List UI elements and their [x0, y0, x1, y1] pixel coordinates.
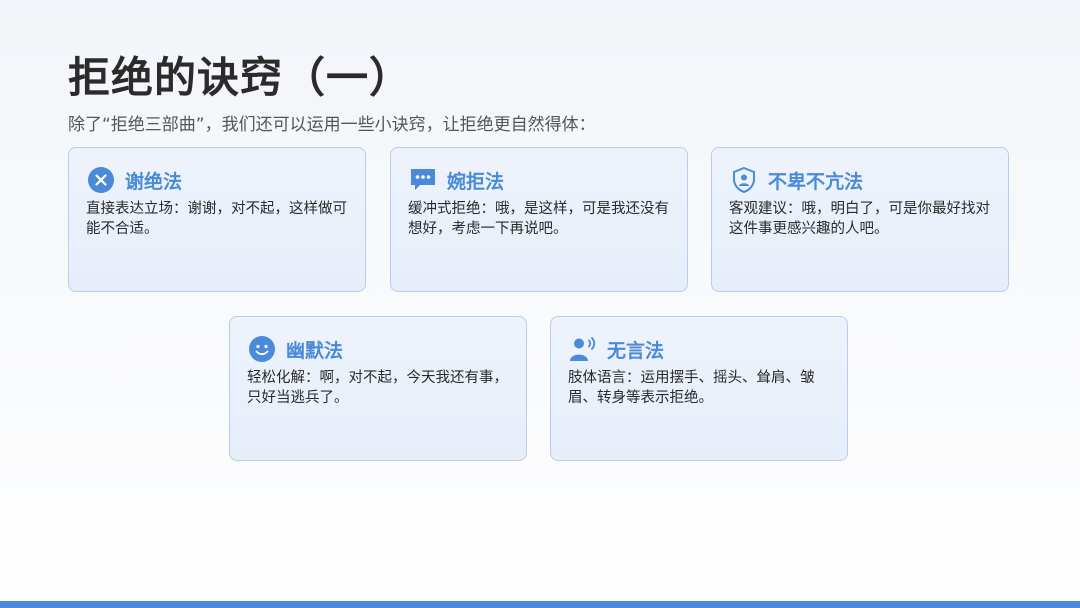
page-title: 拒绝的诀窍（一）	[68, 53, 413, 102]
smiley-face-icon	[248, 335, 276, 363]
close-circle-icon	[87, 166, 115, 194]
card-title: 谢绝法	[125, 170, 183, 193]
card-text: 直接表达立场：谢谢，对不起，这样做可能不合适。	[86, 201, 347, 237]
card-header: 婉拒法	[409, 166, 504, 194]
card-header: 幽默法	[248, 335, 343, 363]
card-humor-decline: 幽默法 轻松化解：啊，对不起，今天我还有事，只好当逃兵了。	[229, 316, 527, 461]
card-text: 客观建议：哦，明白了，可是你最好找对这件事更感兴趣的人吧。	[729, 201, 990, 237]
card-neutral-decline: 不卑不亢法 客观建议：哦，明白了，可是你最好找对这件事更感兴趣的人吧。	[711, 147, 1009, 292]
card-title: 幽默法	[286, 339, 344, 362]
card-title: 不卑不亢法	[768, 170, 864, 193]
card-tactful-decline: 婉拒法 缓冲式拒绝：哦，是这样，可是我还没有想好，考虑一下再说吧。	[390, 147, 688, 292]
card-silent-decline: 无言法 肢体语言：运用摆手、摇头、耸肩、皱眉、转身等表示拒绝。	[550, 316, 848, 461]
card-header: 无言法	[569, 335, 664, 363]
bottom-accent-bar	[0, 601, 1080, 608]
card-text: 轻松化解：啊，对不起，今天我还有事，只好当逃兵了。	[247, 370, 508, 406]
page-subtitle: 除了“拒绝三部曲”，我们还可以运用一些小诀窍，让拒绝更自然得体：	[68, 115, 596, 135]
speech-bubble-icon	[409, 166, 437, 194]
card-text: 缓冲式拒绝：哦，是这样，可是我还没有想好，考虑一下再说吧。	[408, 201, 669, 237]
card-title: 婉拒法	[447, 170, 505, 193]
card-text: 肢体语言：运用摆手、摇头、耸肩、皱眉、转身等表示拒绝。	[568, 370, 815, 406]
person-speaking-icon	[569, 335, 597, 363]
card-title: 无言法	[607, 339, 665, 362]
card-header: 谢绝法	[87, 166, 182, 194]
card-thank-decline: 谢绝法 直接表达立场：谢谢，对不起，这样做可能不合适。	[68, 147, 366, 292]
card-header: 不卑不亢法	[730, 166, 863, 194]
shield-person-icon	[730, 166, 758, 194]
